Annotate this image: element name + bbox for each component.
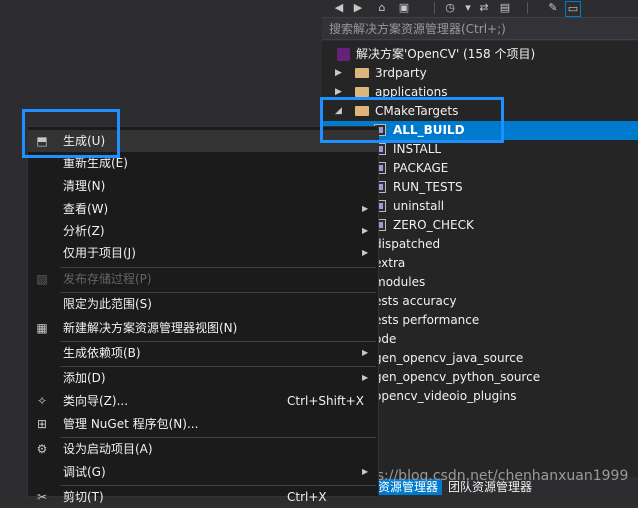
menu-item-view[interactable]: 查看(W) ▶: [28, 198, 378, 220]
menu-item-analyze[interactable]: 分析(Z) ▶: [28, 220, 378, 242]
dropdown-arrow-icon[interactable]: ▾: [461, 1, 475, 15]
menu-item-cut[interactable]: ✂ 剪切(T) Ctrl+X: [28, 486, 378, 508]
menu-item-shortcut: Ctrl+Shift+X: [287, 394, 364, 408]
toolbar-separator: [434, 2, 435, 14]
tree-item-solution[interactable]: 解决方案'OpenCV' (158 个项目): [322, 45, 638, 64]
back-icon[interactable]: ◀: [332, 1, 346, 15]
menu-item-label: 添加(D): [63, 371, 106, 385]
menu-item-scope-to-this[interactable]: 限定为此范围(S): [28, 293, 378, 315]
folder-icon: [355, 68, 369, 78]
menu-item-add[interactable]: 添加(D) ▶: [28, 367, 378, 389]
target-label: uninstall: [393, 199, 445, 213]
solution-icon: [337, 48, 350, 61]
tree-item-label: dispatched: [374, 237, 441, 251]
solution-explorer-toolbar: ◀ ▶ ⌂ ▣ ◷ ▾ ⇄ ▤ ✎ ▭: [322, 0, 638, 18]
publish-icon: ▧: [36, 272, 48, 286]
menu-item-label: 仅用于项目(J): [63, 246, 136, 260]
target-label: RUN_TESTS: [393, 180, 463, 194]
menu-item-label: 发布存储过程(P): [63, 272, 152, 286]
gear-icon: ⚙: [36, 442, 48, 456]
tree-item-label: ests performance: [374, 313, 480, 327]
menu-item-manage-nuget[interactable]: ⊞ 管理 NuGet 程序包(N)...: [28, 413, 378, 435]
menu-item-new-explorer-view[interactable]: ▦ 新建解决方案资源管理器视图(N): [28, 317, 378, 339]
cut-icon: ✂: [36, 490, 48, 504]
menu-item-class-wizard[interactable]: ✧ 类向导(Z)... Ctrl+Shift+X: [28, 390, 378, 412]
preview-icon[interactable]: ▭: [565, 1, 581, 17]
properties-wrench-icon[interactable]: ✎: [546, 1, 560, 15]
tree-item-folder[interactable]: ▶ 3rdparty: [322, 64, 638, 83]
menu-item-label: 分析(Z): [63, 224, 105, 238]
watermark: https://blog.csdn.net/chenhanxuan1999: [348, 468, 629, 484]
menu-item-label: 剪切(T): [63, 490, 104, 504]
menu-item-label: 调试(G): [63, 465, 106, 479]
toolbar-separator: [527, 2, 528, 14]
menu-item-label: 生成依赖项(B): [63, 346, 141, 360]
target-label: ZERO_CHECK: [393, 218, 474, 232]
context-menu: ⬒ 生成(U) 重新生成(E) 清理(N) 查看(W) ▶ 分析(Z) ▶ 仅用…: [27, 126, 379, 504]
tree-item-label: gen_opencv_python_source: [374, 370, 541, 384]
menu-item-publish-stored-procedures: ▧ 发布存储过程(P): [28, 268, 378, 290]
menu-item-label: 查看(W): [63, 202, 109, 216]
submenu-arrow-icon: ▶: [362, 467, 369, 476]
tree-item-label: modules: [374, 275, 426, 289]
history-icon[interactable]: ◷: [443, 1, 457, 15]
menu-item-debug[interactable]: 调试(G) ▶: [28, 461, 378, 483]
collapse-all-icon[interactable]: ▤: [498, 1, 512, 15]
expand-arrow-icon[interactable]: ▶: [335, 64, 345, 83]
menu-item-label: 设为启动项目(A): [63, 442, 153, 456]
class-wizard-icon: ✧: [36, 394, 48, 408]
sync-view-icon[interactable]: ▣: [397, 1, 411, 15]
menu-item-label: 新建解决方案资源管理器视图(N): [63, 321, 238, 335]
solution-explorer-search-input[interactable]: 搜索解决方案资源管理器(Ctrl+;): [322, 18, 638, 40]
forward-icon[interactable]: ▶: [351, 1, 365, 15]
submenu-arrow-icon: ▶: [362, 204, 369, 213]
menu-item-shortcut: Ctrl+X: [287, 490, 327, 504]
callout-box-cmake-targets: [320, 97, 504, 143]
tree-item-label: ests accuracy: [374, 294, 457, 308]
solution-label: 解决方案'OpenCV' (158 个项目): [356, 47, 536, 61]
submenu-arrow-icon: ▶: [362, 248, 369, 257]
menu-item-set-startup[interactable]: ⚙ 设为启动项目(A): [28, 438, 378, 460]
menu-item-project-only[interactable]: 仅用于项目(J) ▶: [28, 242, 378, 264]
submenu-arrow-icon: ▶: [362, 226, 369, 235]
menu-item-label: 限定为此范围(S): [63, 297, 152, 311]
callout-box-build: [22, 109, 120, 158]
target-label: PACKAGE: [393, 161, 449, 175]
home-icon[interactable]: ⌂: [375, 1, 389, 15]
menu-item-label: 管理 NuGet 程序包(N)...: [63, 417, 199, 431]
menu-item-label: 清理(N): [63, 179, 106, 193]
menu-item-build-dependencies[interactable]: 生成依赖项(B) ▶: [28, 342, 378, 364]
refresh-icon[interactable]: ⇄: [477, 1, 491, 15]
tree-item-label: gen_opencv_java_source: [374, 351, 524, 365]
submenu-arrow-icon: ▶: [362, 373, 369, 382]
menu-item-label: 类向导(Z)...: [63, 394, 129, 408]
folder-label: 3rdparty: [375, 66, 427, 80]
nuget-icon: ⊞: [36, 417, 48, 431]
submenu-arrow-icon: ▶: [362, 348, 369, 357]
folder-icon: [355, 87, 369, 97]
new-view-icon: ▦: [36, 321, 48, 335]
menu-item-clean[interactable]: 清理(N): [28, 175, 378, 197]
tree-item-label: opencv_videoio_plugins: [374, 389, 517, 403]
